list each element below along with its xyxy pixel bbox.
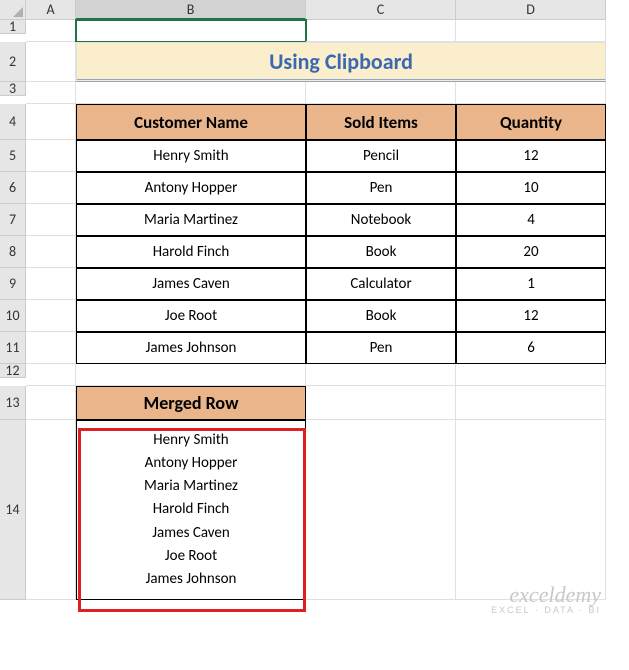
select-all-corner[interactable] — [0, 0, 26, 20]
cell-C13[interactable] — [306, 386, 456, 420]
cell-B1[interactable] — [76, 20, 306, 42]
cell-C3[interactable] — [306, 82, 456, 104]
row-header-8[interactable]: 8 — [0, 236, 26, 268]
table-row[interactable]: Harold Finch — [76, 236, 306, 268]
cell-A3[interactable] — [26, 82, 76, 104]
cell-C1[interactable] — [306, 20, 456, 42]
cell-A11[interactable] — [26, 332, 76, 364]
cell-D3[interactable] — [456, 82, 606, 104]
table-row[interactable]: Henry Smith — [76, 140, 306, 172]
table-row[interactable]: 1 — [456, 268, 606, 300]
row-header-9[interactable]: 9 — [0, 268, 26, 300]
cell-C12[interactable] — [306, 364, 456, 386]
cell-A5[interactable] — [26, 140, 76, 172]
table-row[interactable]: 10 — [456, 172, 606, 204]
merged-row-text: Henry Smith Antony Hopper Maria Martinez… — [144, 429, 238, 592]
table-header-name[interactable]: Customer Name — [76, 104, 306, 140]
row-header-10[interactable]: 10 — [0, 300, 26, 332]
cell-B3[interactable] — [76, 82, 306, 104]
merged-row-header[interactable]: Merged Row — [76, 386, 306, 420]
table-row[interactable]: James Caven — [76, 268, 306, 300]
cell-A7[interactable] — [26, 204, 76, 236]
watermark: exceldemy EXCEL · DATA · BI — [491, 584, 601, 615]
table-row[interactable]: 4 — [456, 204, 606, 236]
col-header-A[interactable]: A — [26, 0, 76, 20]
cell-D13[interactable] — [456, 386, 606, 420]
cell-D12[interactable] — [456, 364, 606, 386]
table-row[interactable]: 6 — [456, 332, 606, 364]
table-row[interactable]: Book — [306, 236, 456, 268]
row-header-11[interactable]: 11 — [0, 332, 26, 364]
table-header-sold[interactable]: Sold Items — [306, 104, 456, 140]
row-header-14[interactable]: 14 — [0, 420, 26, 600]
table-row[interactable]: 12 — [456, 300, 606, 332]
table-row[interactable]: Pen — [306, 172, 456, 204]
cell-B12[interactable] — [76, 364, 306, 386]
cell-A12[interactable] — [26, 364, 76, 386]
table-row[interactable]: Calculator — [306, 268, 456, 300]
table-row[interactable]: 12 — [456, 140, 606, 172]
watermark-main: exceldemy — [491, 584, 601, 606]
cell-D1[interactable] — [456, 20, 606, 42]
cell-A6[interactable] — [26, 172, 76, 204]
cell-A1[interactable] — [26, 20, 76, 42]
col-header-B[interactable]: B — [76, 0, 306, 20]
cell-A4[interactable] — [26, 104, 76, 140]
spreadsheet-grid: A B C D 1 2 Using Clipboard 3 4 Customer… — [0, 0, 629, 600]
table-row[interactable]: Maria Martinez — [76, 204, 306, 236]
col-header-C[interactable]: C — [306, 0, 456, 20]
cell-A14[interactable] — [26, 420, 76, 600]
cell-D14[interactable] — [456, 420, 606, 600]
table-header-qty[interactable]: Quantity — [456, 104, 606, 140]
table-row[interactable]: 20 — [456, 236, 606, 268]
page-title[interactable]: Using Clipboard — [76, 42, 606, 82]
row-header-3[interactable]: 3 — [0, 82, 26, 96]
cell-A2[interactable] — [26, 42, 76, 82]
row-header-1[interactable]: 1 — [0, 20, 26, 34]
table-row[interactable]: Pencil — [306, 140, 456, 172]
col-header-D[interactable]: D — [456, 0, 606, 20]
table-row[interactable]: Antony Hopper — [76, 172, 306, 204]
cell-A8[interactable] — [26, 236, 76, 268]
row-header-12[interactable]: 12 — [0, 364, 26, 378]
table-row[interactable]: Joe Root — [76, 300, 306, 332]
merged-row-content[interactable]: Henry Smith Antony Hopper Maria Martinez… — [76, 420, 306, 600]
row-header-7[interactable]: 7 — [0, 204, 26, 236]
cell-A10[interactable] — [26, 300, 76, 332]
row-header-5[interactable]: 5 — [0, 140, 26, 172]
table-row[interactable]: Book — [306, 300, 456, 332]
watermark-sub: EXCEL · DATA · BI — [491, 606, 601, 615]
cell-A13[interactable] — [26, 386, 76, 420]
cell-C14[interactable] — [306, 420, 456, 600]
table-row[interactable]: Pen — [306, 332, 456, 364]
row-header-13[interactable]: 13 — [0, 386, 26, 420]
row-header-2[interactable]: 2 — [0, 42, 26, 82]
row-header-6[interactable]: 6 — [0, 172, 26, 204]
cell-A9[interactable] — [26, 268, 76, 300]
table-row[interactable]: James Johnson — [76, 332, 306, 364]
row-header-4[interactable]: 4 — [0, 104, 26, 140]
table-row[interactable]: Notebook — [306, 204, 456, 236]
